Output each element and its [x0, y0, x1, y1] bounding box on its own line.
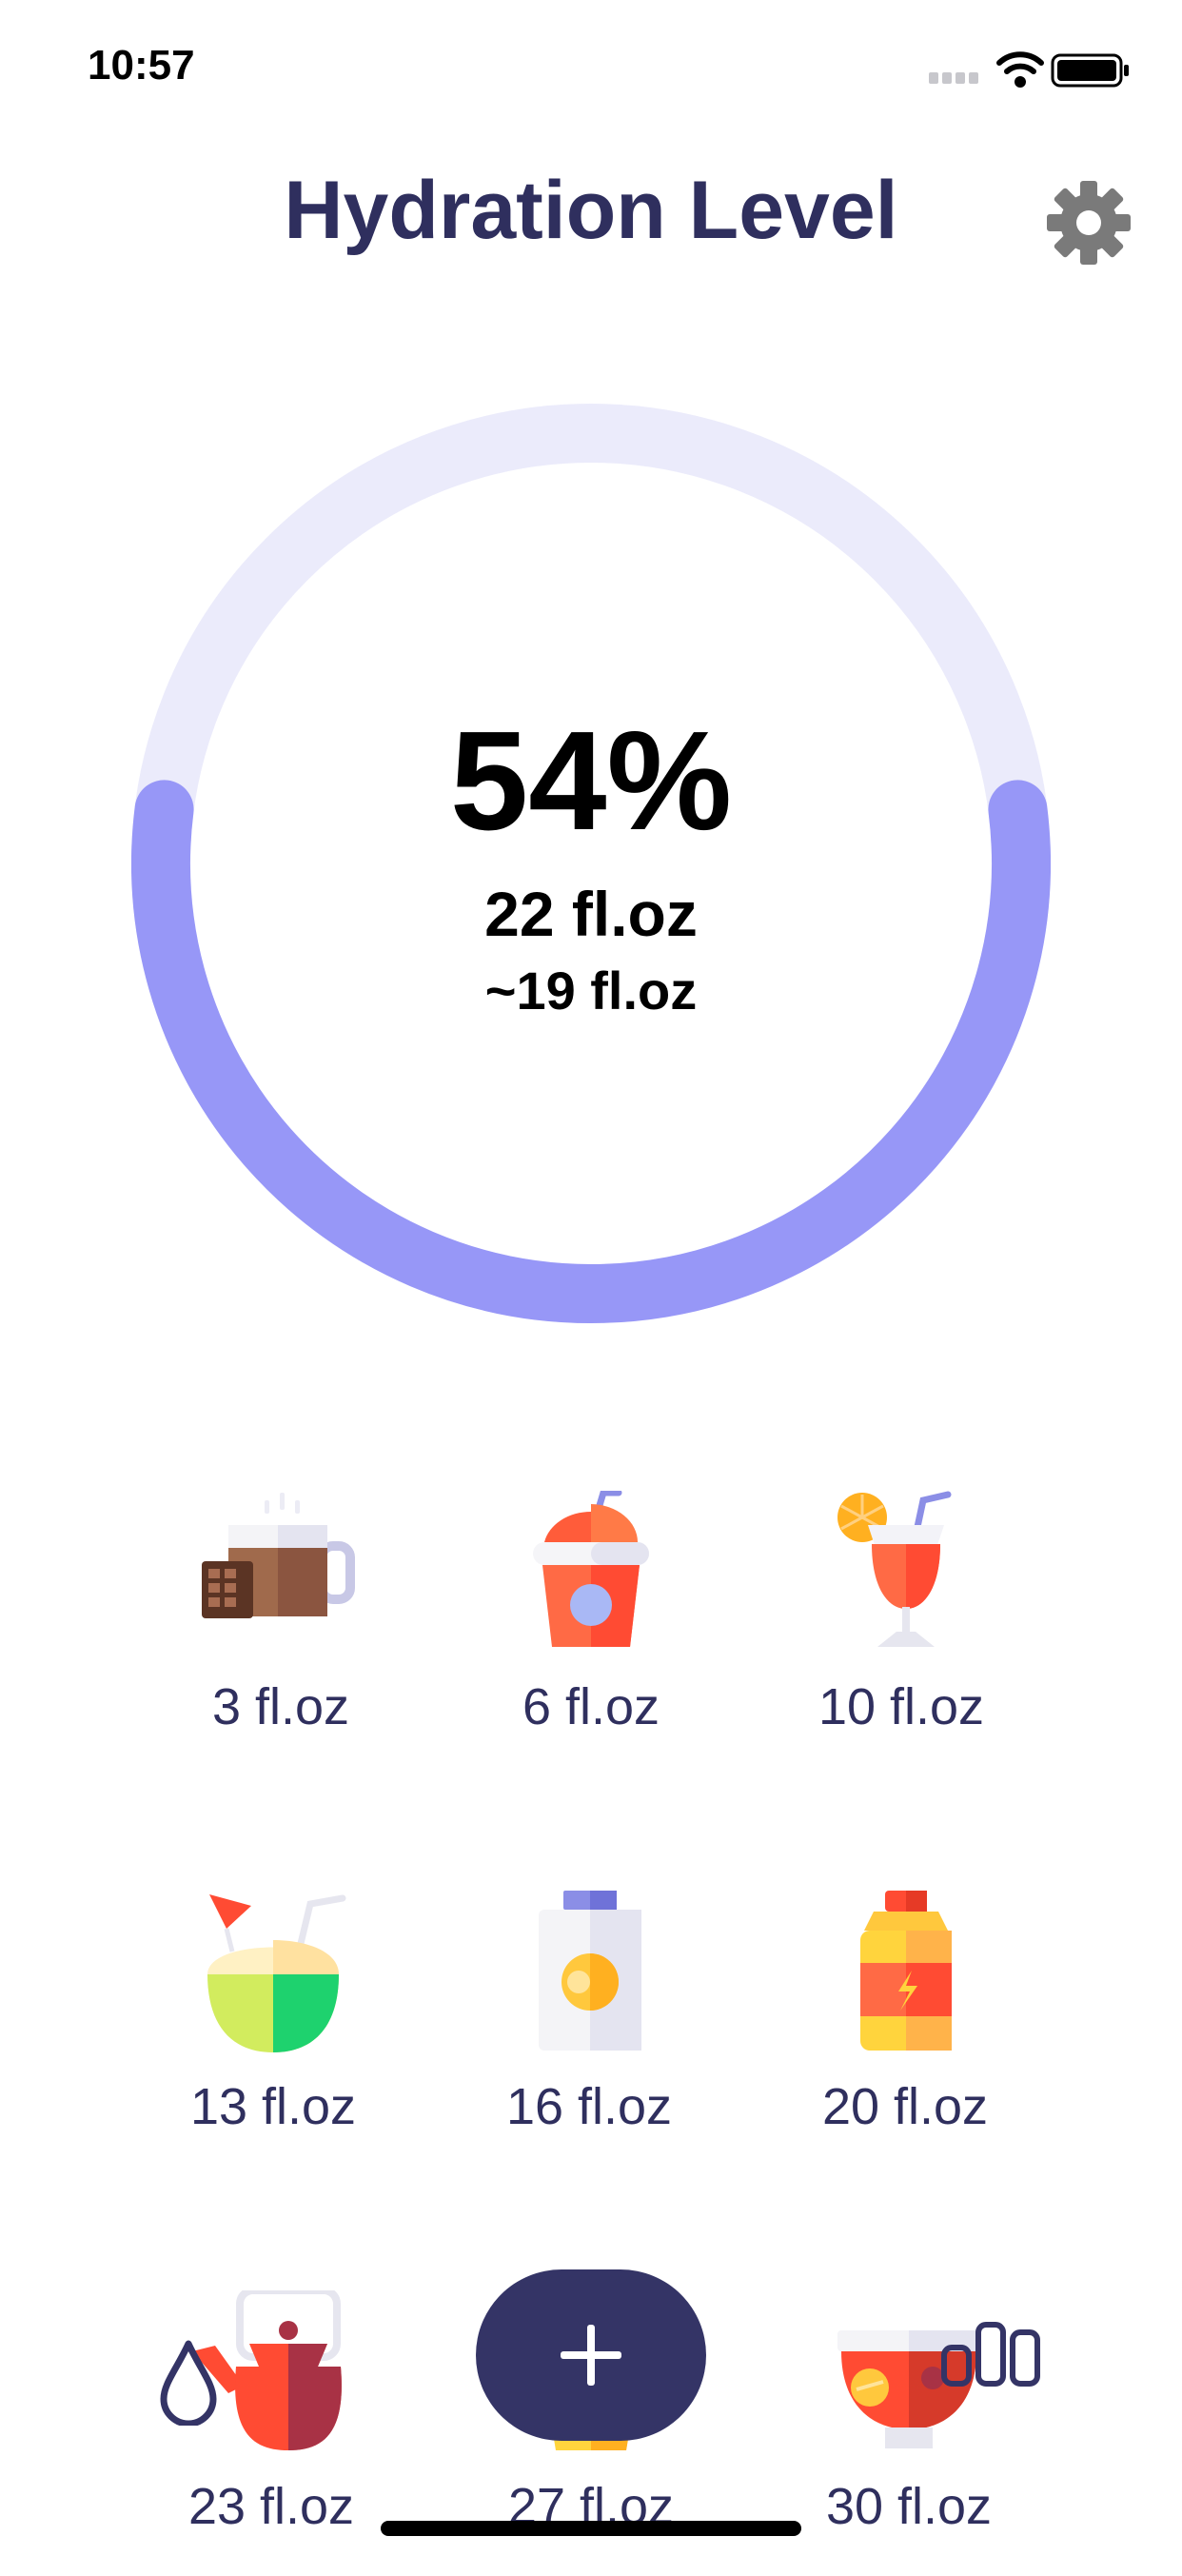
drink-amount-label: 16 fl.oz — [505, 2078, 673, 2135]
wifi-icon — [996, 51, 1044, 88]
consumed-amount: 22 fl.oz — [484, 879, 698, 949]
plus-icon — [561, 2325, 621, 2386]
drink-option-6oz[interactable]: 6 fl.oz — [434, 1491, 748, 1776]
water-drop-tab[interactable] — [158, 2338, 219, 2427]
status-time: 10:57 — [88, 42, 195, 89]
page-title: Hydration Level — [284, 165, 898, 256]
drink-option-16oz[interactable]: 16 fl.oz — [432, 1891, 746, 2176]
hot-chocolate-mug-icon — [202, 1493, 355, 1618]
drink-amount-label: 6 fl.oz — [522, 1678, 660, 1735]
progress-ring-graphic — [131, 404, 1051, 1323]
home-indicator — [381, 2521, 801, 2536]
drink-option-20oz[interactable]: 20 fl.oz — [748, 1891, 1062, 2176]
drink-amount-label: 3 fl.oz — [211, 1678, 350, 1735]
statistics-tab[interactable] — [938, 2292, 1045, 2388]
coconut-drink-icon — [207, 1894, 346, 2052]
drink-option-23oz[interactable]: 23 fl.oz — [114, 2290, 428, 2576]
gear-icon — [1047, 181, 1131, 265]
goal-amount: ~19 fl.oz — [484, 961, 698, 1020]
drink-option-10oz[interactable]: 10 fl.oz — [744, 1491, 1058, 1776]
smoothie-cup-icon — [533, 1491, 649, 1647]
drink-amount-label: 10 fl.oz — [818, 1678, 985, 1735]
energy-drink-bottle-icon — [860, 1891, 952, 2051]
drink-amount-label: 13 fl.oz — [189, 2078, 357, 2135]
status-indicators — [927, 50, 1136, 91]
water-drop-icon — [160, 2340, 217, 2427]
juice-carton-icon — [539, 1891, 641, 2051]
drink-option-13oz[interactable]: 13 fl.oz — [116, 1891, 430, 2176]
settings-button[interactable] — [1045, 179, 1133, 267]
drink-option-3oz[interactable]: 3 fl.oz — [124, 1491, 438, 1776]
battery-icon — [1051, 53, 1129, 88]
drink-amount-label: 20 fl.oz — [821, 2078, 989, 2135]
add-drink-button[interactable] — [476, 2269, 706, 2441]
stats-bars-icon — [941, 2322, 1040, 2387]
hydration-percent: 54% — [449, 703, 733, 860]
cocktail-glass-icon — [837, 1491, 952, 1647]
hydration-progress-ring: 54% 22 fl.oz ~19 fl.oz — [131, 404, 1051, 1323]
